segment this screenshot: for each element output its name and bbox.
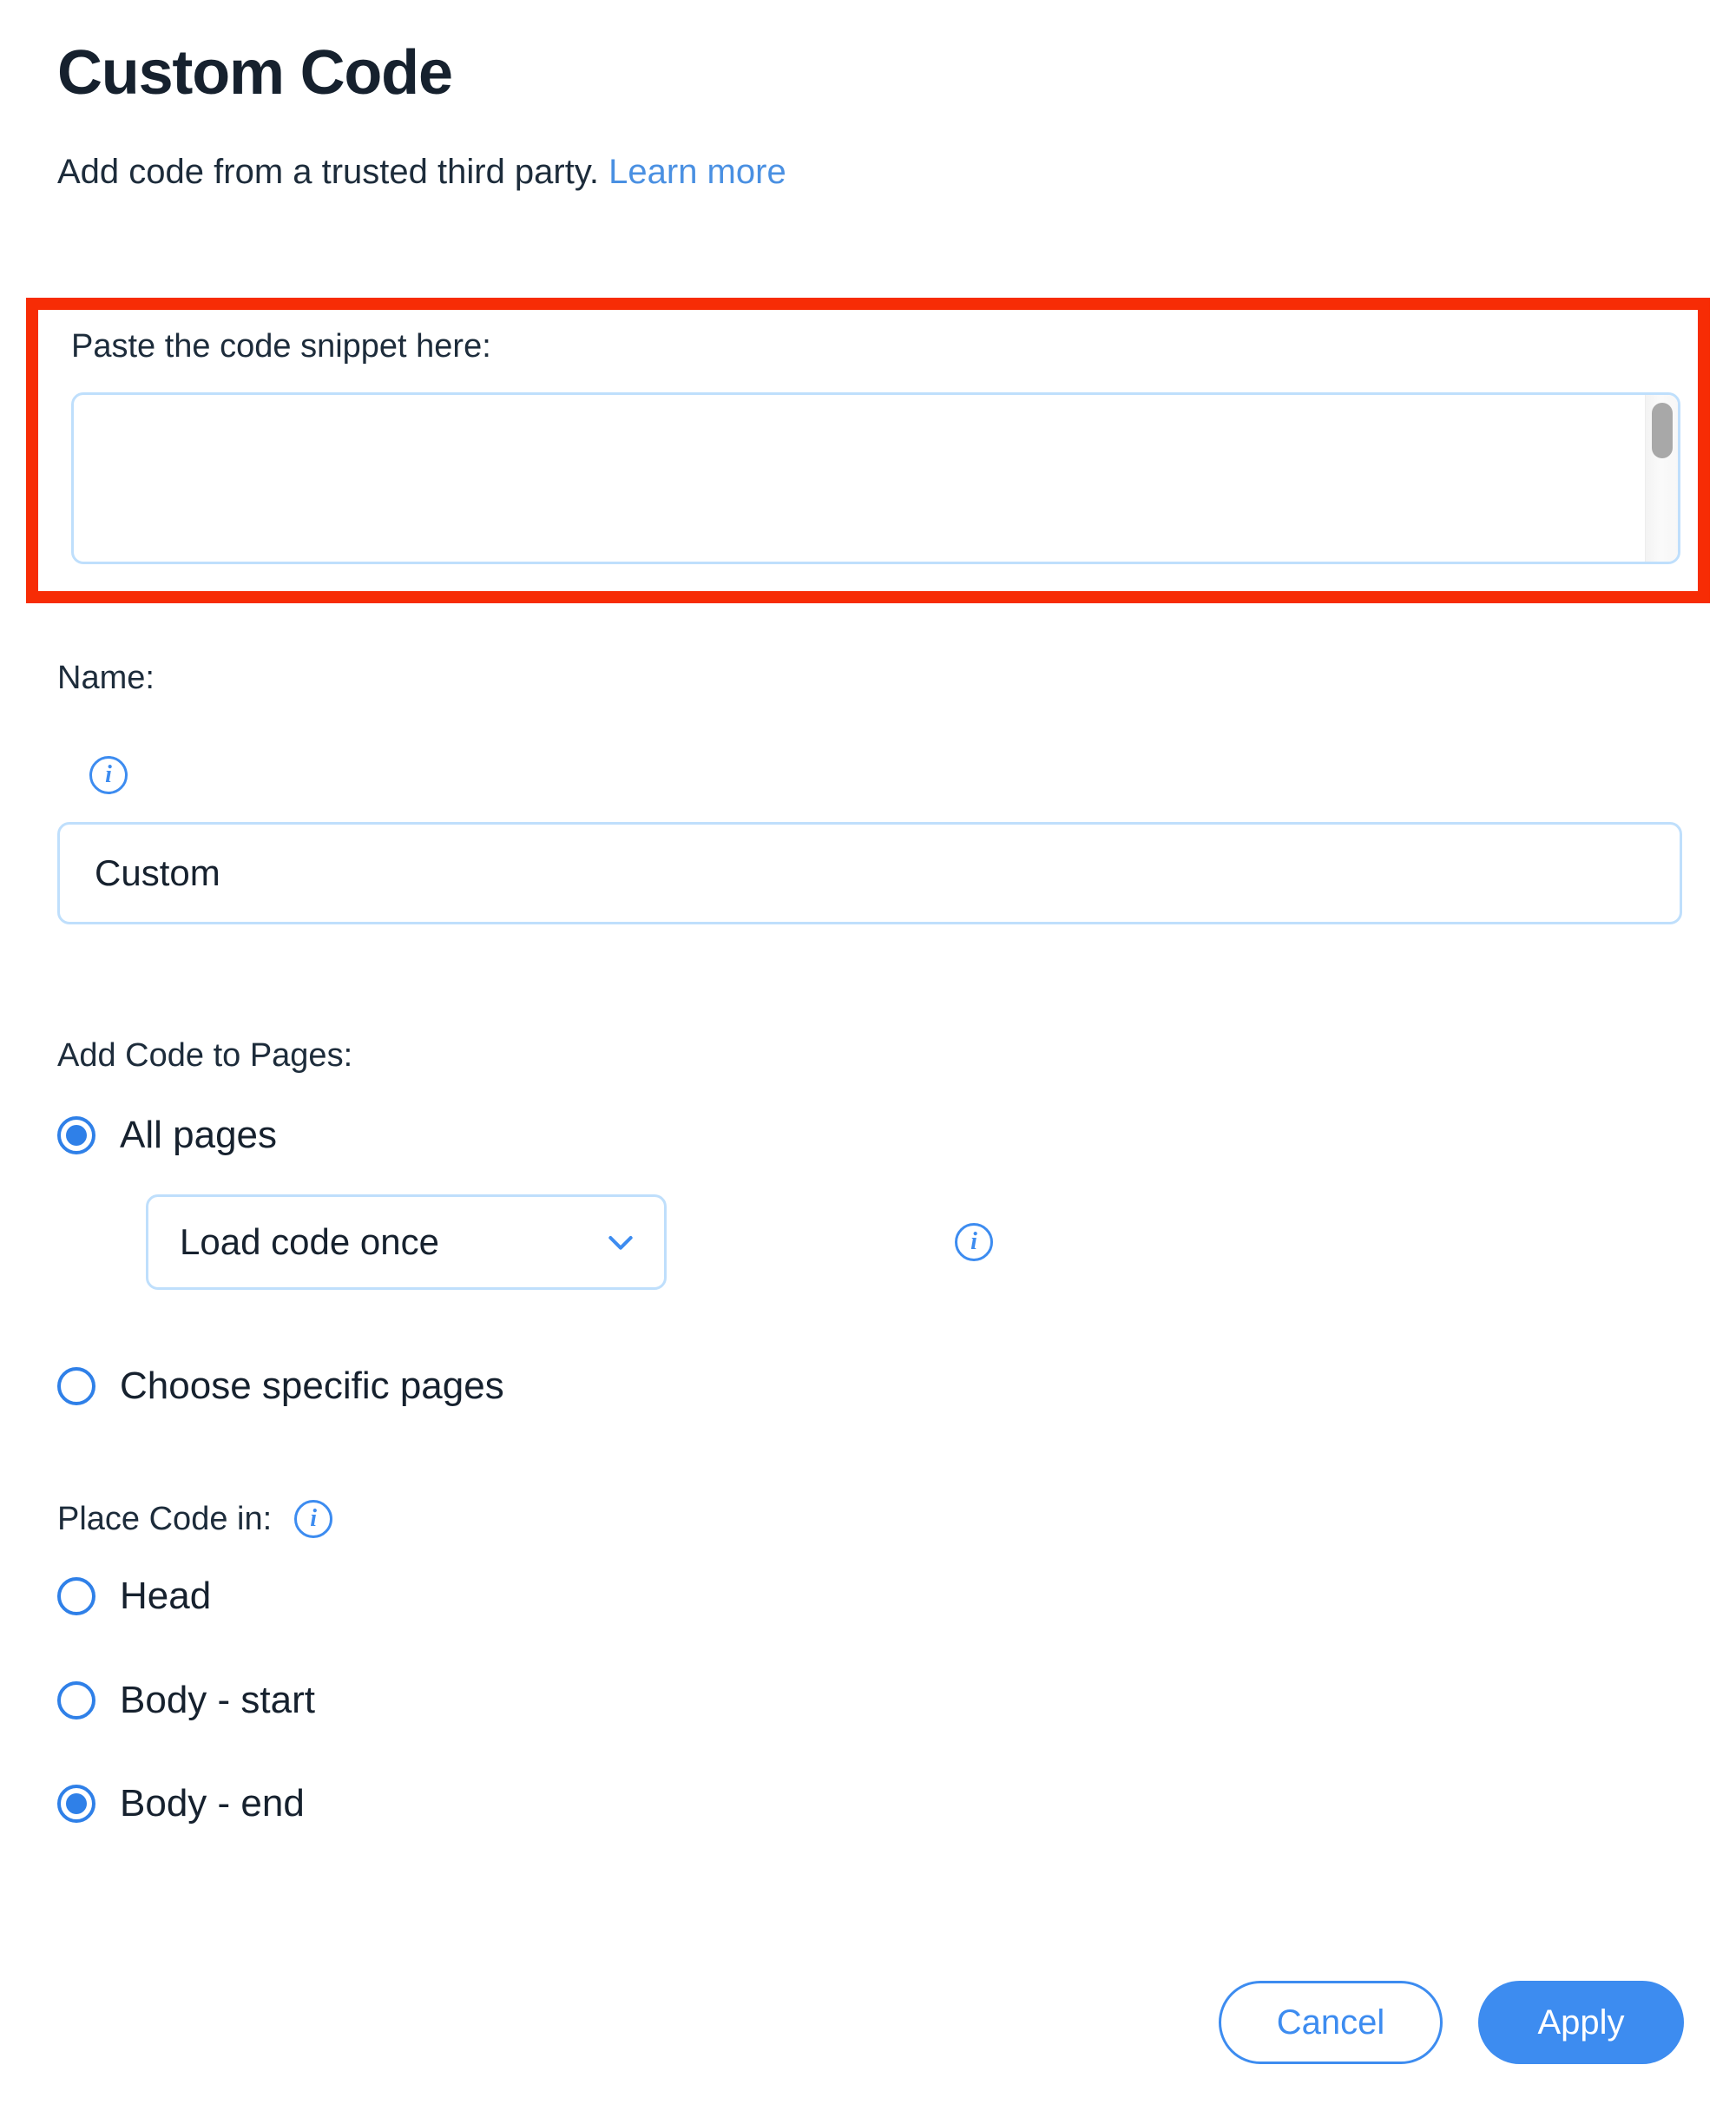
load-mode-info-icon[interactable]: i [955,1223,993,1261]
custom-code-panel: Custom Code Add code from a trusted thir… [0,0,1736,2124]
snippet-label: Paste the code snippet here: [71,328,491,365]
place-code-in-label: Place Code in: i [57,1500,333,1538]
name-info-icon[interactable]: i [89,756,128,794]
radio-all-pages[interactable]: All pages [57,1116,277,1154]
radio-head[interactable]: Head [57,1577,211,1615]
code-snippet-field-wrapper [71,392,1680,564]
radio-choose-specific-pages-control[interactable] [57,1367,95,1405]
cancel-button[interactable]: Cancel [1219,1981,1443,2064]
chevron-down-icon [608,1236,633,1250]
apply-button[interactable]: Apply [1478,1981,1684,2064]
subtitle-text: Add code from a trusted third party. [57,153,600,191]
name-label: Name: [57,660,155,696]
snippet-highlight-box: Paste the code snippet here: [26,298,1710,603]
radio-body-start-label: Body - start [120,1679,315,1721]
radio-choose-specific-pages-label: Choose specific pages [120,1364,504,1407]
code-snippet-input[interactable] [74,395,1678,562]
radio-body-start-control[interactable] [57,1681,95,1720]
place-code-in-label-text: Place Code in: [57,1501,273,1537]
radio-all-pages-control[interactable] [57,1116,95,1154]
radio-body-end-control[interactable] [57,1785,95,1823]
code-snippet-scrollbar[interactable] [1645,395,1678,562]
code-snippet-scrollbar-thumb[interactable] [1652,403,1673,458]
name-input[interactable] [57,822,1682,924]
radio-head-control[interactable] [57,1577,95,1615]
load-mode-value: Load code once [180,1221,439,1262]
add-code-to-pages-label: Add Code to Pages: [57,1037,353,1074]
place-code-in-info-icon[interactable]: i [294,1500,333,1538]
radio-body-end[interactable]: Body - end [57,1785,305,1823]
page-subtitle: Add code from a trusted third party. Lea… [57,155,786,189]
radio-head-label: Head [120,1575,212,1617]
page-title: Custom Code [57,38,453,108]
radio-body-start[interactable]: Body - start [57,1681,315,1720]
radio-all-pages-label: All pages [120,1114,278,1156]
radio-body-end-label: Body - end [120,1782,305,1825]
learn-more-link[interactable]: Learn more [608,153,786,191]
load-mode-dropdown[interactable]: Load code once [146,1194,667,1290]
radio-choose-specific-pages[interactable]: Choose specific pages [57,1367,504,1405]
